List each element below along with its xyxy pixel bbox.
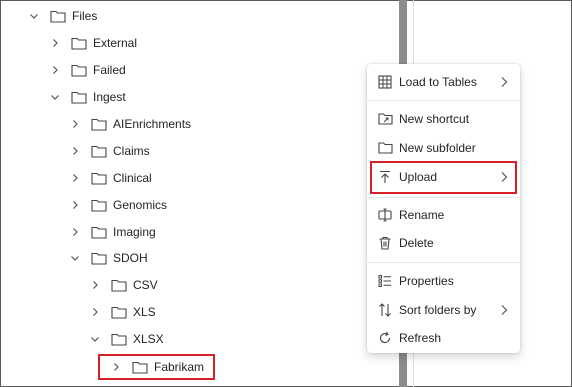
menu-item-delete[interactable]: Delete	[367, 229, 520, 257]
rename-icon	[378, 208, 392, 222]
menu-label: Sort folders by	[399, 303, 477, 317]
chevron-right-icon[interactable]	[49, 37, 61, 49]
menu-item-new-subfolder[interactable]: New subfolder	[367, 134, 520, 162]
menu-item-properties[interactable]: Properties	[367, 267, 520, 295]
trash-icon	[378, 236, 392, 250]
tree-label: Clinical	[113, 171, 152, 185]
menu-separator	[367, 262, 520, 263]
chevron-right-icon[interactable]	[89, 279, 101, 291]
folder-icon	[91, 117, 107, 131]
menu-item-load-to-tables[interactable]: Load to Tables	[367, 68, 520, 96]
chevron-down-icon[interactable]	[28, 10, 40, 22]
chevron-right-icon[interactable]	[69, 199, 81, 211]
menu-label: Refresh	[399, 331, 442, 345]
tree-item-genomics[interactable]: Genomics	[69, 194, 167, 216]
tree-item-files[interactable]: Files	[28, 5, 97, 27]
tree-label: CSV	[133, 278, 158, 292]
tree-item-csv[interactable]: CSV	[89, 274, 158, 296]
context-menu: Load to Tables New shortcut New subfolde…	[367, 64, 520, 353]
folder-link-icon	[378, 112, 393, 126]
tree-item-clinical[interactable]: Clinical	[69, 167, 152, 189]
tree-label: Genomics	[113, 198, 168, 212]
chevron-right-icon[interactable]	[69, 145, 81, 157]
menu-separator	[367, 100, 520, 101]
tree-item-xlsx[interactable]: XLSX	[89, 328, 164, 350]
folder-icon	[111, 278, 127, 292]
tree-item-xls[interactable]: XLS	[89, 301, 156, 323]
menu-item-rename[interactable]: Rename	[367, 201, 520, 229]
chevron-right-icon[interactable]	[69, 118, 81, 130]
tree-label: XLSX	[133, 332, 164, 346]
chevron-right-icon[interactable]	[89, 306, 101, 318]
tree-item-claims[interactable]: Claims	[69, 140, 150, 162]
chevron-right-icon[interactable]	[49, 64, 61, 76]
chevron-down-icon[interactable]	[89, 333, 101, 345]
menu-label: Rename	[399, 208, 445, 222]
menu-item-new-shortcut[interactable]: New shortcut	[367, 105, 520, 133]
menu-label: Delete	[399, 236, 434, 250]
chevron-down-icon[interactable]	[49, 91, 61, 103]
folder-icon	[378, 141, 393, 155]
tree-label: XLS	[133, 305, 156, 319]
tree-label: Claims	[113, 144, 150, 158]
tree-label: SDOH	[113, 251, 148, 265]
menu-item-sort-folders-by[interactable]: Sort folders by	[367, 296, 520, 324]
tree-label: AIEnrichments	[113, 117, 192, 131]
menu-label: Properties	[399, 274, 454, 288]
folder-icon	[71, 63, 87, 77]
menu-item-refresh[interactable]: Refresh	[367, 324, 520, 352]
tree-item-ingest[interactable]: Ingest	[49, 86, 126, 108]
tree-item-imaging[interactable]: Imaging	[69, 221, 156, 243]
refresh-icon	[378, 331, 392, 345]
tree-item-external[interactable]: External	[49, 32, 137, 54]
chevron-down-icon[interactable]	[69, 252, 81, 264]
folder-icon	[91, 144, 107, 158]
folder-icon	[71, 90, 87, 104]
tree-label: Files	[72, 9, 98, 23]
sort-icon	[378, 303, 392, 317]
folder-icon	[71, 36, 87, 50]
menu-label: New shortcut	[399, 112, 470, 126]
tree-label: External	[93, 36, 138, 50]
properties-icon	[378, 274, 392, 288]
folder-icon	[111, 305, 127, 319]
tree-item-sdoh[interactable]: SDOH	[69, 247, 148, 269]
tree-label: Ingest	[93, 90, 126, 104]
tree-label: Failed	[93, 63, 126, 77]
folder-icon	[111, 332, 127, 346]
highlight-box-fabrikam	[98, 354, 215, 380]
table-icon	[378, 75, 392, 89]
folder-icon	[50, 9, 66, 23]
chevron-right-icon[interactable]	[69, 172, 81, 184]
folder-icon	[91, 198, 107, 212]
chevron-right-icon	[499, 304, 509, 316]
menu-label: New subfolder	[399, 141, 476, 155]
folder-icon	[91, 225, 107, 239]
menu-label: Load to Tables	[399, 75, 477, 89]
folder-icon	[91, 171, 107, 185]
folder-icon	[91, 251, 107, 265]
tree-item-failed[interactable]: Failed	[49, 59, 126, 81]
menu-separator	[367, 197, 520, 198]
chevron-right-icon	[499, 76, 509, 88]
highlight-box-upload	[370, 161, 517, 194]
chevron-right-icon[interactable]	[69, 226, 81, 238]
tree-label: Imaging	[113, 225, 156, 239]
tree-item-aienrichments[interactable]: AIEnrichments	[69, 113, 191, 135]
